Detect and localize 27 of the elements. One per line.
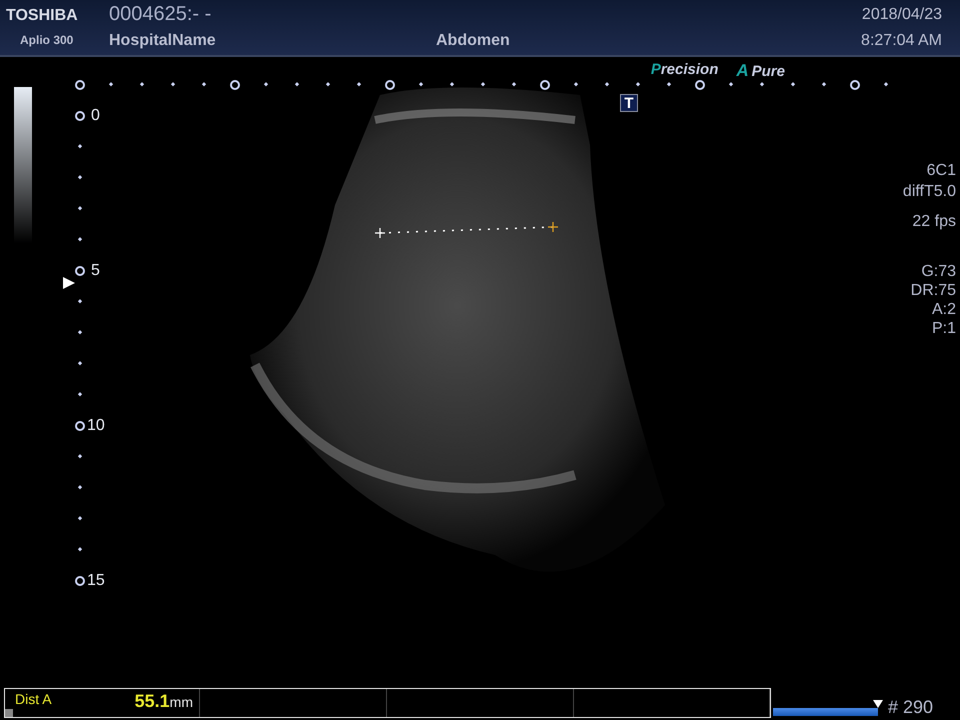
mode-letter: A bbox=[736, 61, 749, 81]
scan-parameter: P:1 bbox=[932, 320, 956, 338]
exam-date: 2018/04/23 bbox=[862, 5, 942, 24]
measurement-label: Dist A bbox=[15, 691, 53, 707]
focus-marker-icon bbox=[63, 277, 75, 289]
patient-id: 0004625:- - bbox=[108, 2, 212, 26]
scan-parameter: G:73 bbox=[921, 263, 956, 281]
depth-label: 15 bbox=[87, 573, 105, 589]
square-icon bbox=[5, 709, 13, 717]
transmit-badge: T bbox=[620, 94, 638, 112]
model-name: Aplio 300 bbox=[19, 32, 74, 47]
scan-parameter: diffT5.0 bbox=[902, 183, 956, 201]
scan-parameter: A:2 bbox=[932, 301, 956, 319]
scan-parameter: 22 fps bbox=[912, 213, 956, 231]
scan-parameter: 6C1 bbox=[926, 162, 956, 180]
brand-logo: TOSHIBA bbox=[5, 6, 79, 25]
scan-parameter: DR:75 bbox=[910, 282, 956, 300]
imaging-mode: Pure bbox=[752, 63, 785, 80]
depth-label: 0 bbox=[91, 108, 100, 124]
hospital-name: HospitalName bbox=[108, 31, 217, 50]
measurement-value: 55.1mm bbox=[134, 691, 194, 712]
exam-time: 8:27:04 AM bbox=[861, 31, 942, 50]
exam-type: Abdomen bbox=[435, 31, 511, 50]
depth-label: 10 bbox=[87, 418, 105, 434]
imaging-mode: Precision bbox=[650, 61, 718, 80]
frame-number: # 290 bbox=[888, 697, 934, 718]
depth-label: 5 bbox=[91, 263, 100, 279]
